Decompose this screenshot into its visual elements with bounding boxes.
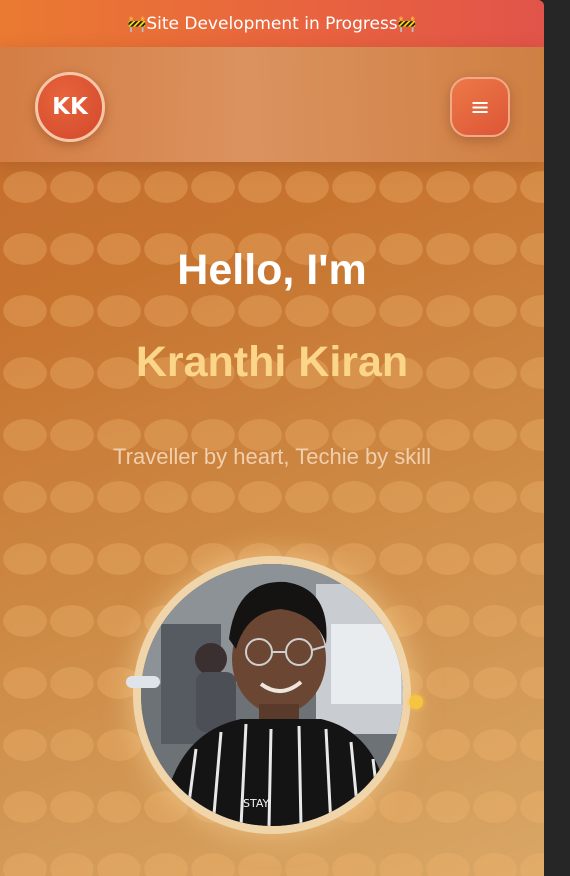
- profile-photo-illustration: STAY: [141, 564, 403, 826]
- page-viewport: 🚧 Site Development in Progress 🚧 KK ≡ He…: [0, 0, 544, 876]
- hero-tagline: Traveller by heart, Techie by skill: [113, 444, 431, 469]
- shirt-print-text: STAY: [243, 797, 270, 810]
- hamburger-menu-button[interactable]: ≡: [450, 77, 510, 137]
- hero-name: Kranthi Kiran: [135, 338, 409, 386]
- scrollbar-track[interactable]: [544, 0, 570, 876]
- development-banner: 🚧 Site Development in Progress 🚧: [0, 0, 544, 47]
- hero-greeting: Hello, I'm: [177, 246, 367, 294]
- construction-icon: 🚧: [127, 14, 147, 33]
- orbit-dot-left: [126, 676, 160, 688]
- construction-icon: 🚧: [397, 14, 417, 33]
- banner-text: Site Development in Progress: [146, 13, 398, 34]
- logo-button[interactable]: KK: [35, 72, 105, 142]
- hamburger-icon: ≡: [469, 93, 491, 121]
- profile-photo: STAY: [141, 564, 403, 826]
- orbit-dot-right: [409, 695, 423, 709]
- navbar: KK ≡: [0, 47, 544, 162]
